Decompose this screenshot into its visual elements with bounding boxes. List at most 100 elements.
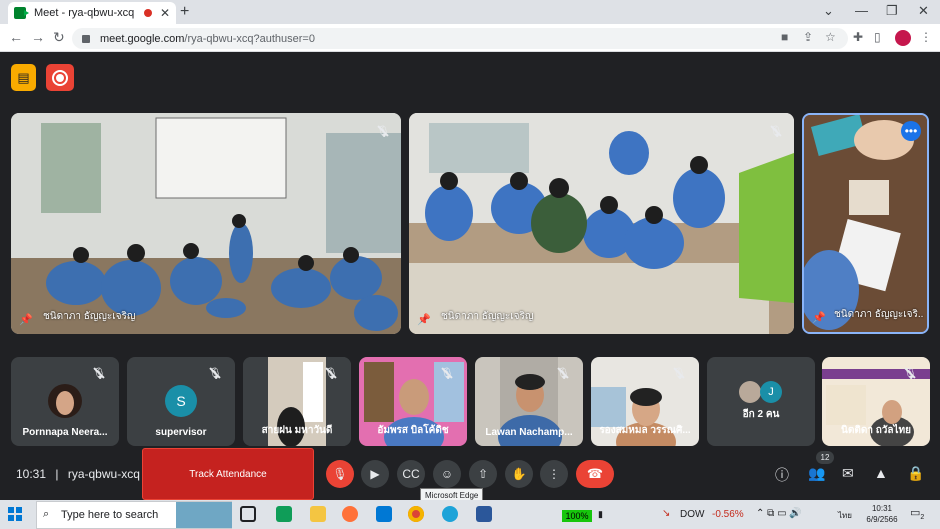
mic-off-icon: 🎙: [555, 365, 571, 381]
input-language[interactable]: ไทย: [838, 509, 852, 522]
participant-initial-avatar: S: [165, 385, 197, 417]
captions-button[interactable]: CC: [397, 460, 425, 488]
participant-name: ชนิดาภา ธัญญะเจริญ: [441, 311, 534, 322]
present-screen-button[interactable]: ⇧: [469, 460, 497, 488]
camera-button[interactable]: ▶: [361, 460, 389, 488]
system-clock[interactable]: 10:31 6/9/2566: [862, 503, 902, 525]
classroom-scene-2: [409, 113, 794, 334]
forward-arrow-icon[interactable]: →: [31, 29, 45, 45]
participant-name: ชนิดาภา ธัญญะเจริญ: [43, 311, 136, 322]
others-count: อีก 2 คน: [742, 409, 780, 420]
windows-start-icon[interactable]: [8, 507, 22, 521]
side-panel-icon[interactable]: ▯: [874, 30, 881, 44]
main-video-tile-3[interactable]: ••• 📌 ชนิดาภา ธัญญะเจริ...: [802, 113, 929, 334]
recording-indicator-icon: [143, 9, 152, 17]
separator: |: [55, 467, 59, 481]
mail-icon[interactable]: [376, 506, 392, 522]
stock-name[interactable]: DOW: [680, 509, 704, 520]
participant-tile-4[interactable]: 🎙 อัมพรส บิลโค้ดิช: [359, 357, 467, 446]
pin-icon[interactable]: 📌: [812, 311, 826, 324]
bookmark-star-icon[interactable]: ☆: [825, 30, 836, 44]
address-bar[interactable]: meet.google.com/rya-qbwu-xcq?authuser=0: [72, 28, 848, 49]
participant-tile-6[interactable]: 🎙 รองสมหมล วรรณศิ...: [591, 357, 699, 446]
close-window-button[interactable]: ✕: [918, 3, 929, 19]
maximize-button[interactable]: ❐: [886, 3, 898, 19]
emoji-reaction-button[interactable]: ☺: [433, 460, 461, 488]
mic-off-button[interactable]: 🎙: [326, 460, 354, 488]
battery-icon[interactable]: ▮: [598, 509, 603, 520]
meeting-info: 10:31 | rya-qbwu-xcq: [16, 467, 140, 481]
participant-name: Lawan Nachamp...: [485, 427, 573, 438]
participant-name: ชนิดาภา ธัญญะเจริ...: [834, 309, 924, 320]
track-attendance-button[interactable]: Track Attendance: [142, 448, 314, 500]
participant-photo: [739, 381, 761, 403]
participant-initial-avatar: J: [760, 381, 782, 403]
mic-off-icon: 🎙: [207, 365, 223, 381]
new-tab-button[interactable]: +: [180, 3, 189, 21]
lock-icon: [82, 34, 90, 43]
main-video-tile-1[interactable]: 🎙 📌 ชนิดาภา ธัญญะเจริญ: [11, 113, 401, 334]
activities-icon[interactable]: ▲: [874, 465, 888, 481]
edge-icon[interactable]: [442, 506, 458, 522]
tray-icons[interactable]: ⌃ ⧉ ▭ 🔊: [756, 508, 802, 519]
search-highlight-image: [176, 502, 232, 528]
stock-change: -0.56%: [712, 509, 744, 520]
participant-tile-8[interactable]: 🎙 นิตติดา ถวัลไทย: [822, 357, 930, 446]
search-placeholder: Type here to search: [61, 509, 159, 521]
desk-scene: [804, 115, 927, 332]
mic-off-icon: 🎙: [375, 123, 391, 139]
share-icon[interactable]: ⇪: [803, 30, 813, 44]
participant-tile-3[interactable]: 🎙 สายฝน มหาวันดี: [243, 357, 351, 446]
participant-tile-1[interactable]: 🎙 Pornnapa Neera...: [11, 357, 119, 446]
battery-level: 100%: [562, 510, 592, 522]
participant-tile-2[interactable]: S 🎙 supervisor: [127, 357, 235, 446]
pin-icon[interactable]: 📌: [19, 313, 33, 326]
back-arrow-icon[interactable]: ←: [9, 29, 23, 45]
recording-button[interactable]: [46, 64, 74, 91]
meet-favicon-icon: [14, 7, 29, 19]
more-options-button[interactable]: ⋮: [540, 460, 568, 488]
mic-off-icon: 🎙: [768, 123, 784, 139]
file-explorer-icon[interactable]: [310, 506, 326, 522]
profile-avatar[interactable]: [895, 30, 911, 46]
extensions-icon[interactable]: ✚: [853, 30, 863, 44]
meeting-code: rya-qbwu-xcq: [67, 467, 140, 481]
people-count-badge: 12: [816, 451, 834, 464]
meeting-details-icon[interactable]: ⓘ: [775, 465, 789, 485]
reload-icon[interactable]: ↻: [53, 29, 65, 46]
participant-name: supervisor: [155, 427, 207, 438]
browser-menu-icon[interactable]: ⋮: [920, 30, 932, 44]
notifications-icon[interactable]: ▭2: [910, 506, 924, 521]
task-view-icon[interactable]: [240, 506, 256, 522]
tab-close-icon[interactable]: ✕: [160, 6, 170, 20]
meet-app-icon[interactable]: [276, 506, 292, 522]
captions-off-icon[interactable]: ▤: [11, 64, 36, 91]
browser-tab[interactable]: Meet - rya-qbwu-xcq ✕: [8, 2, 176, 24]
pin-icon[interactable]: 📌: [417, 313, 431, 326]
main-video-tile-2[interactable]: 🎙 📌 ชนิดาภา ธัญญะเจริญ: [409, 113, 794, 334]
participant-name: รองสมหมล วรรณศิ...: [599, 425, 691, 436]
tab-search-icon[interactable]: ⌄: [823, 3, 834, 19]
participant-tile-5[interactable]: 🎙 Lawan Nachamp...: [475, 357, 583, 446]
minimize-button[interactable]: —: [855, 3, 868, 18]
url-path: /rya-qbwu-xcq?authuser=0: [184, 32, 315, 45]
tab-title: Meet - rya-qbwu-xcq: [34, 7, 135, 19]
end-call-button[interactable]: ☎: [576, 460, 614, 488]
participant-tile-others[interactable]: J อีก 2 คน: [707, 357, 815, 446]
chrome-icon[interactable]: [408, 506, 424, 522]
people-icon[interactable]: 👥: [808, 465, 825, 482]
firefox-icon[interactable]: [342, 506, 358, 522]
chat-icon[interactable]: ✉: [842, 465, 854, 482]
participant-name: นิตติดา ถวัลไทย: [841, 425, 911, 436]
clock-date: 6/9/2566: [866, 515, 898, 524]
word-icon[interactable]: [476, 506, 492, 522]
mic-off-icon: 🎙: [91, 365, 107, 381]
camera-in-use-icon[interactable]: ■: [781, 30, 788, 44]
classroom-scene-1: [11, 113, 401, 334]
more-options-icon[interactable]: •••: [901, 121, 921, 141]
participant-name: Pornnapa Neera...: [22, 427, 108, 438]
stock-down-icon: ↘: [662, 508, 671, 519]
host-controls-icon[interactable]: 🔒: [907, 465, 924, 482]
raise-hand-button[interactable]: ✋: [505, 460, 533, 488]
meeting-time: 10:31: [16, 467, 47, 481]
